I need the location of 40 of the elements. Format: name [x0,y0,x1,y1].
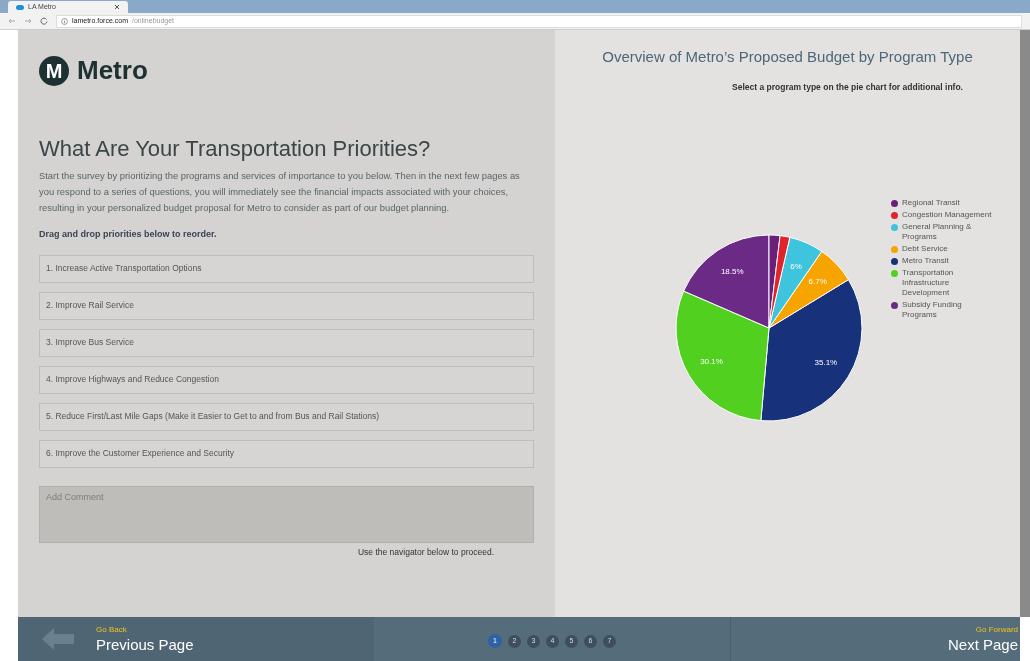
legend-label[interactable]: General Planning & Programs [902,222,996,243]
slice-label: 6% [790,262,802,272]
chart-subtitle: Select a program type on the pie chart for additional info. [732,80,963,94]
pie-slice[interactable] [768,235,791,329]
pie-slice[interactable] [760,279,863,422]
logo-icon: M [39,55,69,86]
intro-text: Start the survey by prioritizing the programs and services of importance to you below. Then in the next few pages as you respond to a series of questions, you will immediately see the financial impacts associated with your choices, resulting in your personalized budget proposal for Metro to consider as part of our budget planning. [39,169,521,215]
priority-item[interactable]: 1. Increase Active Transportation Options [39,254,534,283]
priority-item[interactable]: 4. Improve Highways and Reduce Congestion [39,365,534,394]
navigator-hint: Use the navigator below to proceed. [357,545,495,559]
pie-slice[interactable] [768,234,781,329]
cloud-icon [16,4,24,10]
pie-slice[interactable] [683,234,770,329]
pie-slice[interactable] [768,251,849,329]
slice-label: 18.5% [720,267,744,277]
previous-page-button[interactable]: Go Back Previous Page [18,617,374,661]
info-icon [61,17,68,25]
priority-item[interactable]: 6. Improve the Customer Experience and Security [39,439,534,468]
priority-item[interactable]: 5. Reduce First/Last Mile Gaps (Make it Easier to Get to and from Bus and Rail Stations) [39,402,534,431]
slice-label: 6.7% [808,277,827,287]
legend-label[interactable]: Regional Transit [902,198,960,209]
left-arrow-icon [40,626,76,652]
chart-title: Overview of Metro’s Proposed Budget by Program Type [602,47,973,67]
priority-item[interactable]: 3. Improve Bus Service [39,328,534,357]
legend-label[interactable]: Debt Service [902,244,948,255]
legend-label[interactable]: Transportation Infrastructure Development [902,268,996,299]
instruction-text: Drag and drop priorities below to reorder. [39,228,218,241]
close-icon[interactable] [114,4,120,10]
pie-slice[interactable] [675,290,770,422]
slice-label: 35.1% [814,358,838,368]
legend-label[interactable]: Subsidy Funding Programs [902,300,996,321]
slice-label: 30.1% [700,357,723,367]
legend-label[interactable]: Congestion Management [902,210,992,221]
reload-icon[interactable] [40,17,48,25]
legend-label[interactable]: Metro Transit [902,256,949,267]
comment-field[interactable]: Add Comment [39,485,534,543]
logo-text: Metro [77,54,148,87]
survey-title: What Are Your Transportation Priorities? [39,135,432,163]
next-page-button[interactable]: Go Forward Next Page [730,617,1020,661]
priority-item[interactable]: 2. Improve Rail Service [39,291,534,320]
